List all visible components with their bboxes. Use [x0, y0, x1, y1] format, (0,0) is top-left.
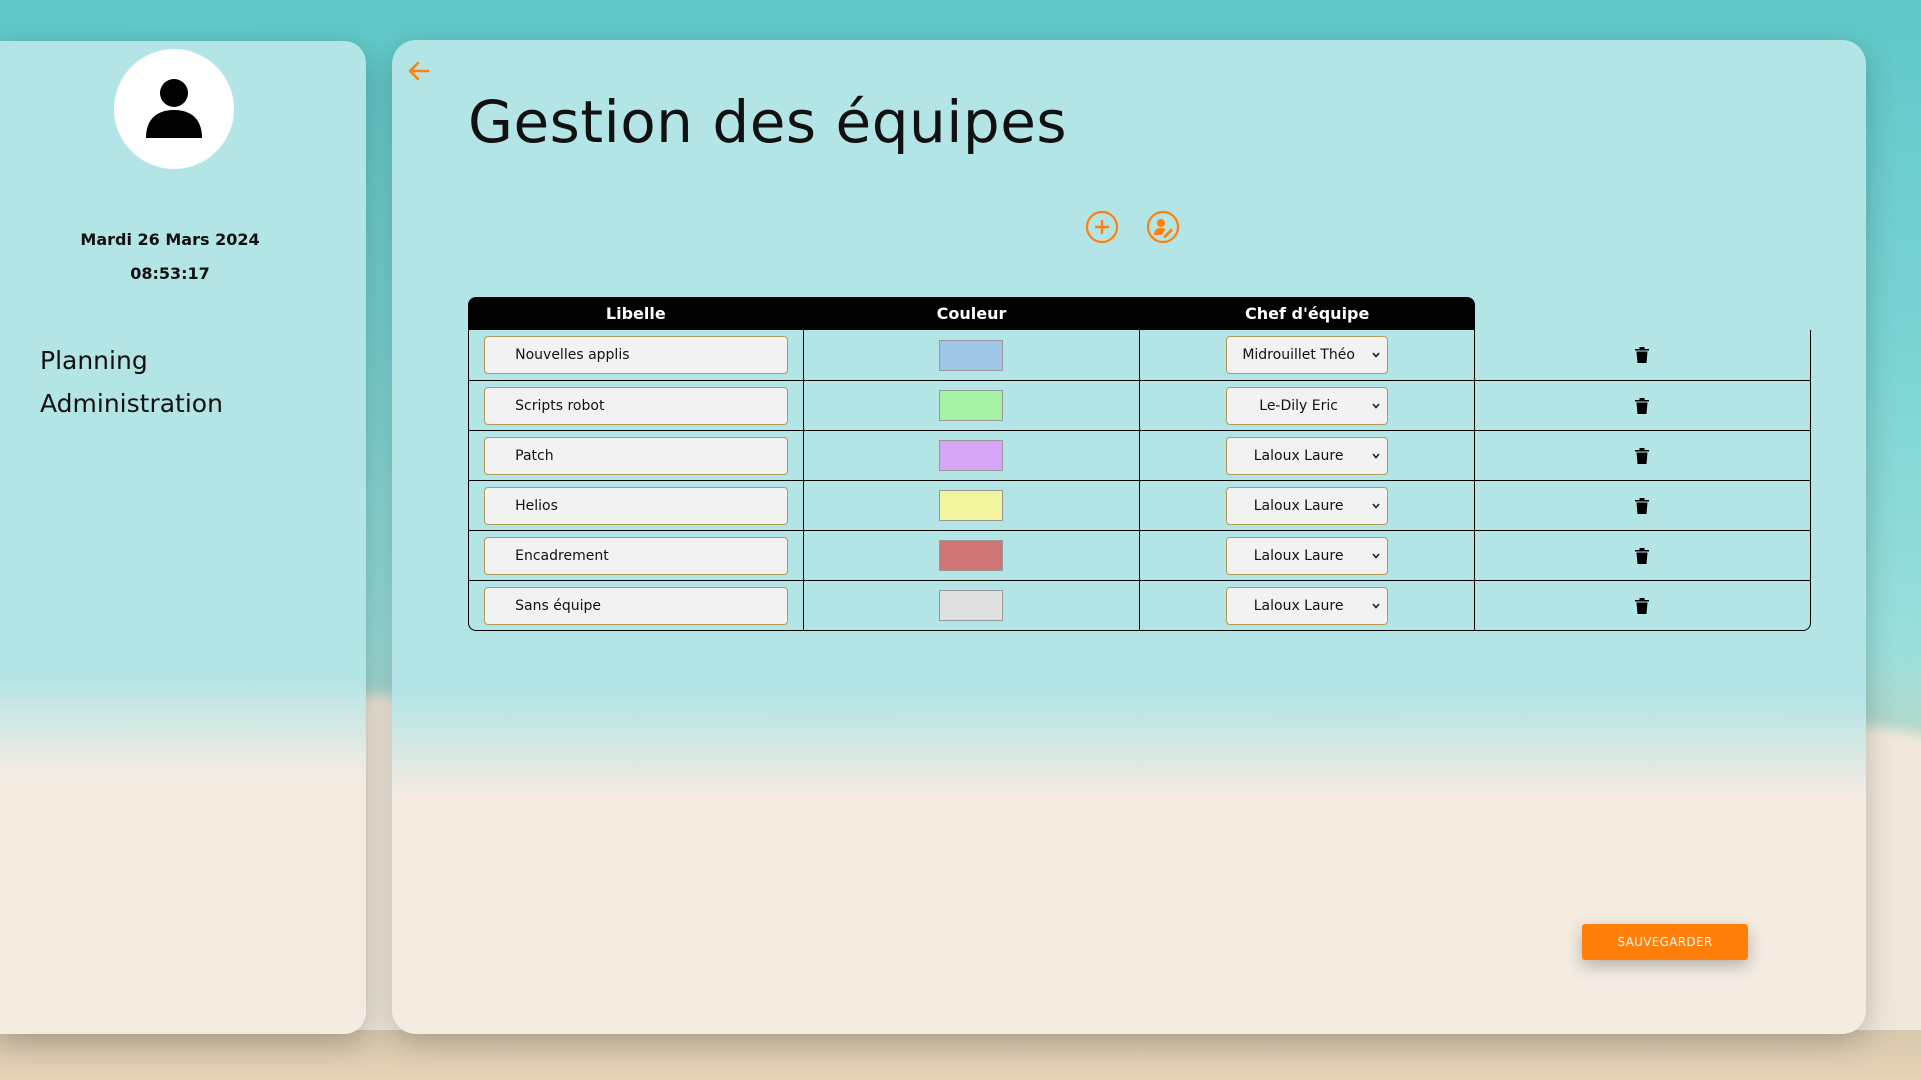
- back-arrow-icon[interactable]: [406, 58, 432, 84]
- cell-chef: Midrouillet Théo: [1140, 330, 1475, 380]
- color-swatch[interactable]: [939, 440, 1004, 471]
- libelle-input[interactable]: [484, 536, 789, 575]
- cell-libelle: [469, 581, 805, 630]
- chef-select[interactable]: Le-Dily Eric: [1225, 386, 1388, 425]
- add-circle-icon[interactable]: [1085, 210, 1119, 244]
- cell-delete: [1475, 581, 1810, 630]
- libelle-input[interactable]: [484, 486, 789, 525]
- cell-libelle: [469, 481, 805, 530]
- background-sand-bottom: [0, 1030, 1921, 1080]
- header-libelle: Libelle: [605, 304, 666, 323]
- avatar[interactable]: [114, 49, 234, 169]
- color-swatch[interactable]: [939, 390, 1004, 421]
- header-chef: Chef d'équipe: [1245, 304, 1370, 323]
- cell-chef: Laloux Laure: [1140, 531, 1475, 580]
- cell-couleur: [804, 330, 1140, 380]
- libelle-input[interactable]: [484, 586, 789, 625]
- current-date: Mardi 26 Mars 2024: [80, 230, 260, 249]
- save-button[interactable]: SAUVEGARDER: [1582, 924, 1748, 960]
- color-swatch[interactable]: [939, 490, 1004, 521]
- cell-chef: Laloux Laure: [1140, 431, 1475, 480]
- libelle-input[interactable]: [484, 436, 789, 475]
- color-swatch[interactable]: [939, 339, 1004, 371]
- trash-icon[interactable]: [1634, 397, 1650, 415]
- chef-select-value: Laloux Laure: [1253, 497, 1344, 514]
- header-couleur: Couleur: [936, 304, 1007, 323]
- cell-couleur: [804, 581, 1140, 630]
- current-time: 08:53:17: [130, 264, 210, 283]
- chevron-down-icon: [1372, 452, 1380, 459]
- user-avatar-icon: [146, 79, 202, 138]
- chevron-down-icon: [1372, 352, 1380, 358]
- chef-select[interactable]: Midrouillet Théo: [1225, 336, 1388, 374]
- cell-delete: [1475, 330, 1810, 380]
- table-body: Midrouillet Théo Le-Dily Eric: [468, 330, 1811, 631]
- cell-chef: Le-Dily Eric: [1140, 381, 1475, 430]
- chef-select-value: Le-Dily Eric: [1259, 397, 1338, 414]
- chevron-down-icon: [1372, 552, 1380, 559]
- trash-icon[interactable]: [1634, 346, 1650, 364]
- chef-select[interactable]: Laloux Laure: [1225, 586, 1388, 625]
- page-title: Gestion des équipes: [468, 88, 1068, 156]
- trash-icon[interactable]: [1634, 547, 1650, 565]
- cell-delete: [1475, 481, 1810, 530]
- sidebar: Mardi 26 Mars 2024 08:53:17 Planning Adm…: [0, 41, 366, 1034]
- chevron-down-icon: [1372, 502, 1380, 509]
- table-row: Laloux Laure: [469, 580, 1810, 630]
- table-row: Laloux Laure: [469, 430, 1810, 480]
- chevron-down-icon: [1372, 402, 1380, 409]
- libelle-input[interactable]: [484, 386, 789, 425]
- main-panel: Gestion des équipes Libelle Couleur Chef…: [392, 40, 1866, 1034]
- cell-chef: Laloux Laure: [1140, 481, 1475, 530]
- cell-couleur: [804, 431, 1140, 480]
- cell-libelle: [469, 330, 805, 380]
- chef-select[interactable]: Laloux Laure: [1225, 486, 1388, 525]
- color-swatch[interactable]: [939, 540, 1004, 571]
- chef-select-value: Midrouillet Théo: [1242, 347, 1355, 363]
- chevron-down-icon: [1372, 602, 1380, 609]
- table-row: Le-Dily Eric: [469, 380, 1810, 430]
- table-row: Laloux Laure: [469, 480, 1810, 530]
- chef-select-value: Laloux Laure: [1253, 547, 1344, 564]
- cell-chef: Laloux Laure: [1140, 581, 1475, 630]
- nav-item-administration[interactable]: Administration: [40, 389, 223, 418]
- table-header: Libelle Couleur Chef d'équipe: [468, 297, 1475, 330]
- nav-item-planning[interactable]: Planning: [40, 346, 148, 375]
- trash-icon[interactable]: [1634, 447, 1650, 465]
- table-row: Laloux Laure: [469, 530, 1810, 580]
- chef-select[interactable]: Laloux Laure: [1225, 536, 1388, 575]
- cell-libelle: [469, 531, 805, 580]
- cell-libelle: [469, 381, 805, 430]
- cell-delete: [1475, 531, 1810, 580]
- chef-select-value: Laloux Laure: [1253, 447, 1344, 464]
- cell-couleur: [804, 381, 1140, 430]
- cell-couleur: [804, 481, 1140, 530]
- cell-delete: [1475, 431, 1810, 480]
- cell-couleur: [804, 531, 1140, 580]
- cell-delete: [1475, 381, 1810, 430]
- table-row: Midrouillet Théo: [469, 330, 1810, 380]
- trash-icon[interactable]: [1634, 497, 1650, 515]
- cell-libelle: [469, 431, 805, 480]
- color-swatch[interactable]: [939, 590, 1004, 621]
- trash-icon[interactable]: [1634, 597, 1650, 615]
- user-edit-icon[interactable]: [1146, 210, 1180, 244]
- chef-select[interactable]: Laloux Laure: [1225, 436, 1388, 475]
- chef-select-value: Laloux Laure: [1253, 597, 1344, 614]
- libelle-input[interactable]: [484, 336, 789, 374]
